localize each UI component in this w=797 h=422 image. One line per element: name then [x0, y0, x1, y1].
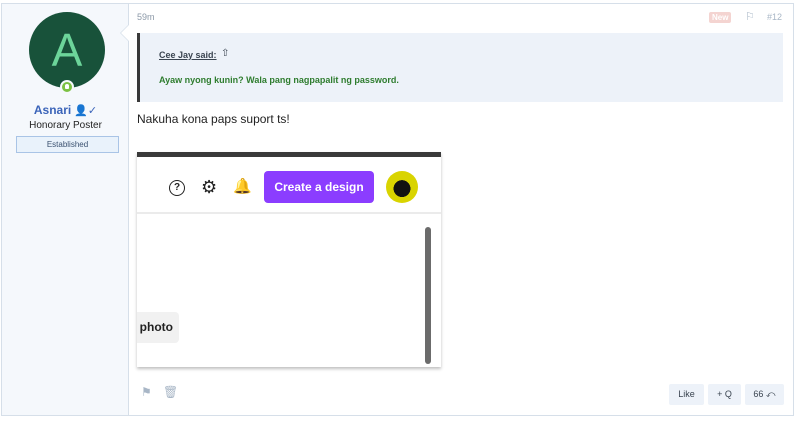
gear-icon: ⚙ — [201, 177, 218, 197]
create-design-button: Create a design — [264, 171, 374, 203]
report-flag-icon[interactable]: ⚑ — [141, 385, 152, 399]
verified-user-icon: 👤✓ — [74, 105, 98, 117]
screenshot-avatar — [386, 171, 418, 203]
user-sidebar: A Asnari 👤✓ Honorary Poster Established — [2, 4, 129, 415]
online-status-icon — [60, 80, 74, 94]
photo-button: photo — [137, 312, 179, 343]
bell-icon: 🔔 — [233, 178, 252, 195]
username-text[interactable]: Asnari — [34, 103, 71, 117]
reply-button[interactable]: 66 ⤺ — [745, 384, 784, 405]
screenshot-header: ? ⚙ 🔔 Create a design — [137, 157, 441, 214]
post-timestamp[interactable]: 59m — [137, 12, 155, 22]
help-icon: ? — [169, 180, 185, 196]
screenshot-scrollbar — [425, 227, 431, 364]
like-button[interactable]: Like — [669, 384, 704, 405]
jump-to-quote-icon[interactable]: ⇧ — [221, 48, 229, 59]
new-badge: New — [709, 12, 732, 23]
delete-icon[interactable]: 🗑 — [163, 385, 178, 399]
user-title: Honorary Poster — [29, 120, 102, 131]
multiquote-button[interactable]: + Q — [708, 384, 741, 405]
avatar[interactable]: A — [29, 12, 105, 88]
post-number[interactable]: #12 — [767, 12, 782, 22]
quote-text: Ayaw nyong kunin? Wala pang nagpapalit n… — [159, 75, 399, 85]
bookmark-icon[interactable]: ⚐ — [745, 10, 755, 23]
post-message: Nakuha kona paps suport ts! — [137, 112, 290, 126]
quote-block: Cee Jay said: ⇧ Ayaw nyong kunin? Wala p… — [137, 33, 783, 102]
username[interactable]: Asnari 👤✓ — [2, 103, 129, 117]
attached-screenshot[interactable]: ? ⚙ 🔔 Create a design photo — [137, 152, 441, 367]
user-banner: Established — [16, 136, 119, 153]
post-pointer-arrow — [120, 24, 129, 42]
quote-author[interactable]: Cee Jay said: — [159, 50, 217, 60]
